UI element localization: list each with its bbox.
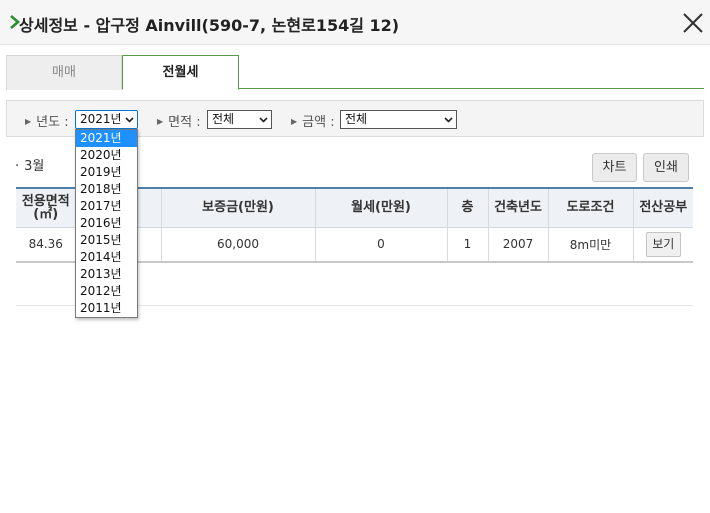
- year-option[interactable]: 2016년: [76, 215, 137, 232]
- header-area: 전용면적 (㎡): [16, 188, 76, 228]
- year-option[interactable]: 2017년: [76, 198, 137, 215]
- header-public-record: 전산공부: [632, 188, 693, 228]
- cell-area: 84.36: [28, 237, 63, 252]
- year-option[interactable]: 2011년: [76, 300, 137, 317]
- year-option[interactable]: 2014년: [76, 249, 137, 266]
- area-filter-label: ▶ 면적 :: [157, 115, 201, 130]
- tab-bar: 매매 전월세: [6, 55, 704, 90]
- header-built-year: 건축년도: [487, 188, 548, 228]
- dialog-header: 상세정보 - 압구정 Ainvill(590-7, 논현로154길 12): [0, 0, 710, 45]
- year-option[interactable]: 2012년: [76, 283, 137, 300]
- month-heading: · 3월: [15, 159, 45, 174]
- amount-select-value: 전체: [345, 112, 368, 126]
- year-option[interactable]: 2021년: [76, 130, 137, 147]
- cell-public-record: 보기: [632, 227, 693, 262]
- header-deposit: 보증금(만원): [160, 188, 315, 228]
- header-rent: 월세(만원): [314, 188, 447, 228]
- cell-rent: 0: [314, 227, 447, 262]
- year-dropdown-list: 2021년 2020년 2019년 2018년 2017년 2016년 2015…: [75, 129, 138, 318]
- tab-jeonse-monthly[interactable]: 전월세: [122, 55, 239, 90]
- year-filter-label: ▶ 년도 :: [25, 115, 69, 130]
- bullet-dot: ·: [15, 159, 20, 174]
- year-select-value: 2021년: [80, 112, 122, 126]
- cell-road: 8m미만: [547, 227, 633, 262]
- cell-built-year: 2007: [487, 227, 548, 262]
- chart-button[interactable]: 차트: [592, 153, 637, 182]
- close-icon[interactable]: [681, 11, 705, 35]
- chevron-down-icon: [259, 117, 268, 123]
- chevron-down-icon: [444, 117, 453, 123]
- triangle-bullet-icon: ▶: [25, 117, 32, 126]
- cell-floor: 1: [446, 227, 488, 262]
- tab-sale[interactable]: 매매: [6, 55, 122, 90]
- triangle-bullet-icon: ▶: [291, 117, 298, 126]
- header-road: 도로조건: [547, 188, 633, 228]
- year-option[interactable]: 2020년: [76, 147, 137, 164]
- dialog-title: 상세정보 - 압구정 Ainvill(590-7, 논현로154길 12): [19, 16, 400, 35]
- amount-filter-label: ▶ 금액 :: [291, 115, 335, 130]
- area-select-value: 전체: [212, 112, 235, 126]
- header-floor: 층: [446, 188, 488, 228]
- view-button[interactable]: 보기: [645, 231, 681, 257]
- amount-select[interactable]: 전체: [340, 110, 457, 129]
- year-option[interactable]: 2018년: [76, 181, 137, 198]
- year-option[interactable]: 2019년: [76, 164, 137, 181]
- print-button[interactable]: 인쇄: [643, 153, 689, 182]
- chevron-down-icon: [125, 117, 134, 123]
- year-select[interactable]: 2021년: [75, 110, 138, 129]
- cell-deposit: 60,000: [160, 227, 315, 262]
- area-select[interactable]: 전체: [207, 110, 272, 129]
- year-option[interactable]: 2013년: [76, 266, 137, 283]
- triangle-bullet-icon: ▶: [157, 117, 164, 126]
- year-option[interactable]: 2015년: [76, 232, 137, 249]
